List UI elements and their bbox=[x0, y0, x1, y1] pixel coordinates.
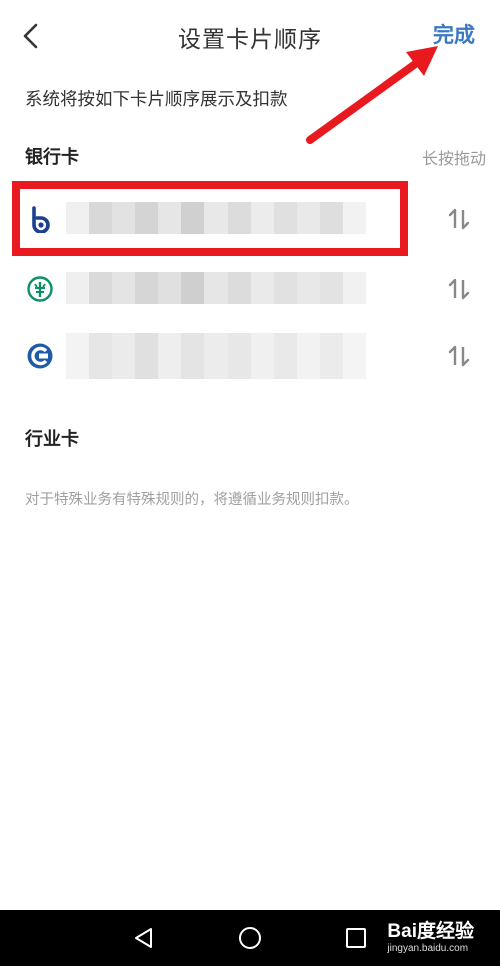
nav-home-circle-icon bbox=[239, 927, 261, 949]
drag-hint: 长按拖动 bbox=[421, 149, 486, 168]
nav-back-triangle-icon bbox=[135, 928, 152, 948]
bank-of-communications-logo-icon bbox=[26, 342, 54, 370]
agricultural-bank-logo-icon bbox=[26, 275, 54, 303]
watermark-sub: jingyan.baidu.com bbox=[387, 943, 469, 954]
industry-card-section-title: 行业卡 bbox=[25, 429, 79, 450]
blurred-card-name bbox=[66, 272, 367, 304]
bank-card-row[interactable] bbox=[0, 186, 500, 252]
bank-card-section-header: 银行卡 长按拖动 bbox=[25, 143, 486, 169]
watermark-main: Bai度经验 bbox=[387, 921, 474, 942]
system-navigation-bar: Bai度经验 jingyan.baidu.com bbox=[0, 910, 500, 966]
bank-card-row[interactable] bbox=[0, 323, 500, 389]
sort-arrows-icon[interactable] bbox=[446, 276, 472, 302]
blurred-card-name bbox=[66, 202, 367, 234]
blurred-card-name bbox=[66, 333, 367, 379]
done-button[interactable]: 完成 bbox=[433, 19, 475, 49]
baidu-jingyan-watermark: Bai度经验 jingyan.baidu.com bbox=[387, 916, 474, 954]
nav-home-button[interactable] bbox=[236, 924, 264, 952]
nav-back-button[interactable] bbox=[130, 924, 158, 952]
bank-card-row[interactable] bbox=[0, 256, 500, 322]
order-description: 系统将按如下卡片顺序展示及扣款 bbox=[25, 90, 288, 110]
nav-recents-square-icon bbox=[346, 928, 366, 948]
sort-arrows-icon[interactable] bbox=[446, 206, 472, 232]
industry-card-note: 对于特殊业务有特殊规则的，将遵循业务规则扣款。 bbox=[25, 492, 359, 508]
page-title: 设置卡片顺序 bbox=[178, 27, 322, 53]
top-bar: 设置卡片顺序 完成 bbox=[0, 0, 500, 70]
bank-card-section-title: 银行卡 bbox=[25, 147, 79, 168]
nav-recents-button[interactable] bbox=[342, 924, 370, 952]
bank-of-shanghai-logo-icon bbox=[26, 205, 54, 234]
sort-arrows-icon[interactable] bbox=[446, 343, 472, 369]
